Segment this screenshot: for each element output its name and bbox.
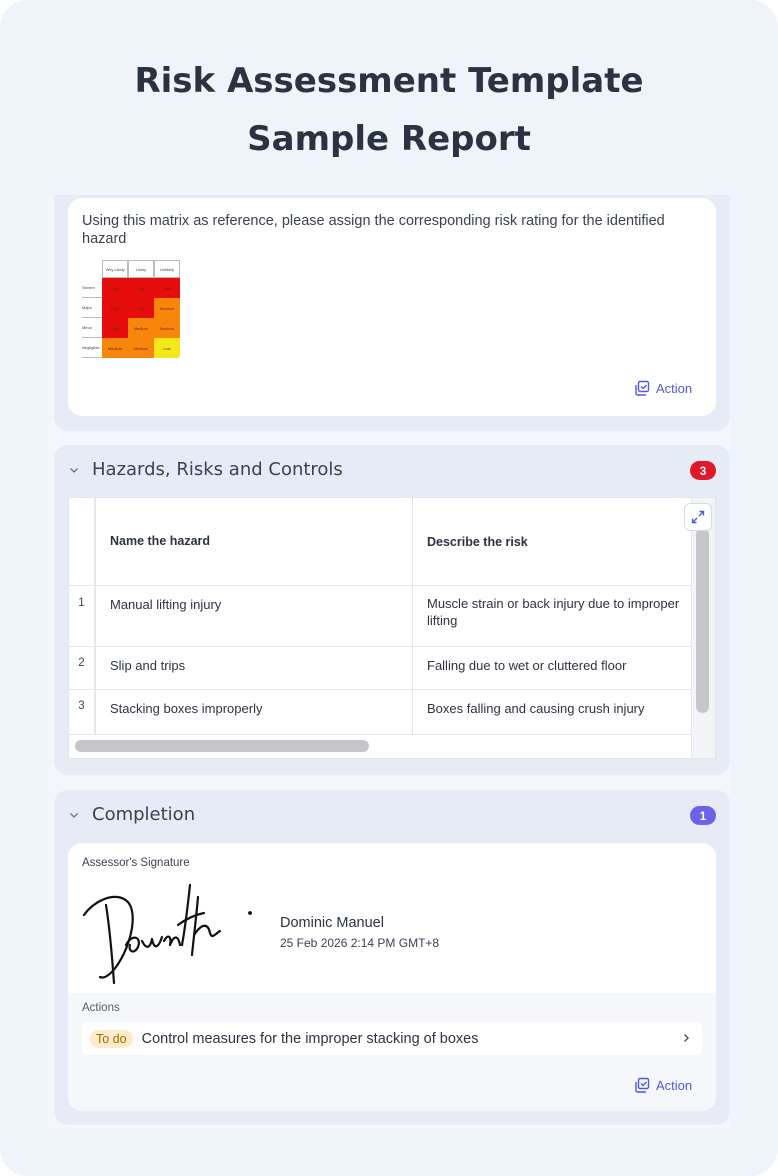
matrix-row-header: Minor [82,318,102,338]
row-number: 1 [69,586,96,646]
action-icon [635,380,650,396]
column-header-hazard[interactable]: Name the hazard [96,498,413,585]
matrix-row-header: Negligible [82,338,102,358]
matrix-action-label: Action [656,380,693,396]
chevron-down-icon[interactable] [68,464,80,476]
todo-action-item[interactable]: To do Control measures for the improper … [82,1022,702,1055]
chevron-right-icon [684,1034,689,1042]
matrix-cell: High [102,278,128,298]
hazard-name-cell[interactable]: Manual lifting injury [96,586,413,646]
action-icon [635,1077,650,1093]
completion-count-badge: 1 [690,806,716,825]
expand-table-button[interactable] [684,503,712,531]
table-row[interactable]: 3 Stacking boxes improperly Boxes fallin… [69,690,691,735]
signature-timestamp: 25 Feb 2026 2:14 PM GMT+8 [280,936,440,950]
expand-icon [691,510,705,524]
report-frame: Risk Assessment Template Sample Report U… [0,0,778,1176]
matrix-column-header: Likely [128,260,154,278]
matrix-column-header: Unlikely [154,260,180,278]
row-number: 3 [69,690,96,734]
table-header-row: Name the hazard Describe the risk [69,498,691,586]
actions-area: Actions To do Control measures for the i… [68,993,716,1111]
completion-card: Assessor's Signature Dominic Manuel 25 F… [68,843,716,1111]
matrix-cell: Medium [128,338,154,358]
hazards-count-badge: 3 [690,461,716,480]
page-title-line-1: Risk Assessment Template [134,61,644,101]
hazards-section-header[interactable]: Hazards, Risks and Controls [68,459,343,480]
hazards-section: Hazards, Risks and Controls 3 Name the h… [54,445,730,775]
completion-section: Completion 1 Assessor's Signature Domini… [54,790,730,1125]
chevron-down-icon[interactable] [68,809,80,821]
matrix-question-text: Using this matrix as reference, please a… [82,213,665,247]
table-row[interactable]: 2 Slip and trips Falling due to wet or c… [69,647,691,690]
hazards-table: Name the hazard Describe the risk 1 Manu… [68,497,716,759]
matrix-row-header: Major [82,298,102,318]
matrix-column-header: Very Likely [102,260,128,278]
page-title-line-2: Sample Report [247,119,531,159]
vertical-scrollbar[interactable] [696,528,709,713]
row-number-header [69,498,96,585]
completion-action-label: Action [656,1077,693,1093]
row-number: 2 [69,647,96,689]
matrix-question-section: Using this matrix as reference, please a… [54,195,730,431]
risk-description-cell[interactable]: Falling due to wet or cluttered floor [413,647,703,689]
hazard-name-cell[interactable]: Stacking boxes improperly [96,690,413,734]
column-header-risk[interactable]: Describe the risk [413,498,703,585]
matrix-row-header: Severe [82,278,102,298]
signature-image[interactable] [82,875,252,987]
matrix-action-button[interactable]: Action [634,380,692,396]
completion-section-header[interactable]: Completion [68,804,195,825]
matrix-cell: Low [154,338,180,358]
matrix-cell: Medium [128,318,154,338]
hazard-name-cell[interactable]: Slip and trips [96,647,413,689]
signature-label: Assessor's Signature [82,857,190,869]
matrix-cell: Medium [154,318,180,338]
matrix-cell: Medium [154,298,180,318]
matrix-cell: High [154,278,180,298]
actions-label: Actions [82,1002,120,1014]
matrix-cell: High [128,298,154,318]
matrix-cell: High [128,278,154,298]
horizontal-scrollbar[interactable] [75,740,369,752]
risk-matrix-image[interactable]: Very Likely Likely Unlikely Severe High High H… [82,260,182,360]
matrix-cell: High [102,318,128,338]
table-row[interactable]: 1 Manual lifting injury Muscle strain or… [69,586,691,647]
todo-status-badge: To do [90,1029,133,1048]
completion-section-title: Completion [92,804,196,825]
signer-name: Dominic Manuel [280,915,384,931]
risk-description-cell[interactable]: Muscle strain or back injury due to impr… [413,586,703,646]
matrix-question-card: Using this matrix as reference, please a… [68,198,716,416]
matrix-cell: Medium [102,338,128,358]
todo-action-text: Control measures for the improper stacki… [141,1030,479,1047]
matrix-cell: High [102,298,128,318]
hazards-section-title: Hazards, Risks and Controls [92,459,343,480]
completion-action-button[interactable]: Action [634,1077,692,1093]
page-title: Risk Assessment Template Sample Report [0,52,778,168]
risk-description-cell[interactable]: Boxes falling and causing crush injury [413,690,703,734]
